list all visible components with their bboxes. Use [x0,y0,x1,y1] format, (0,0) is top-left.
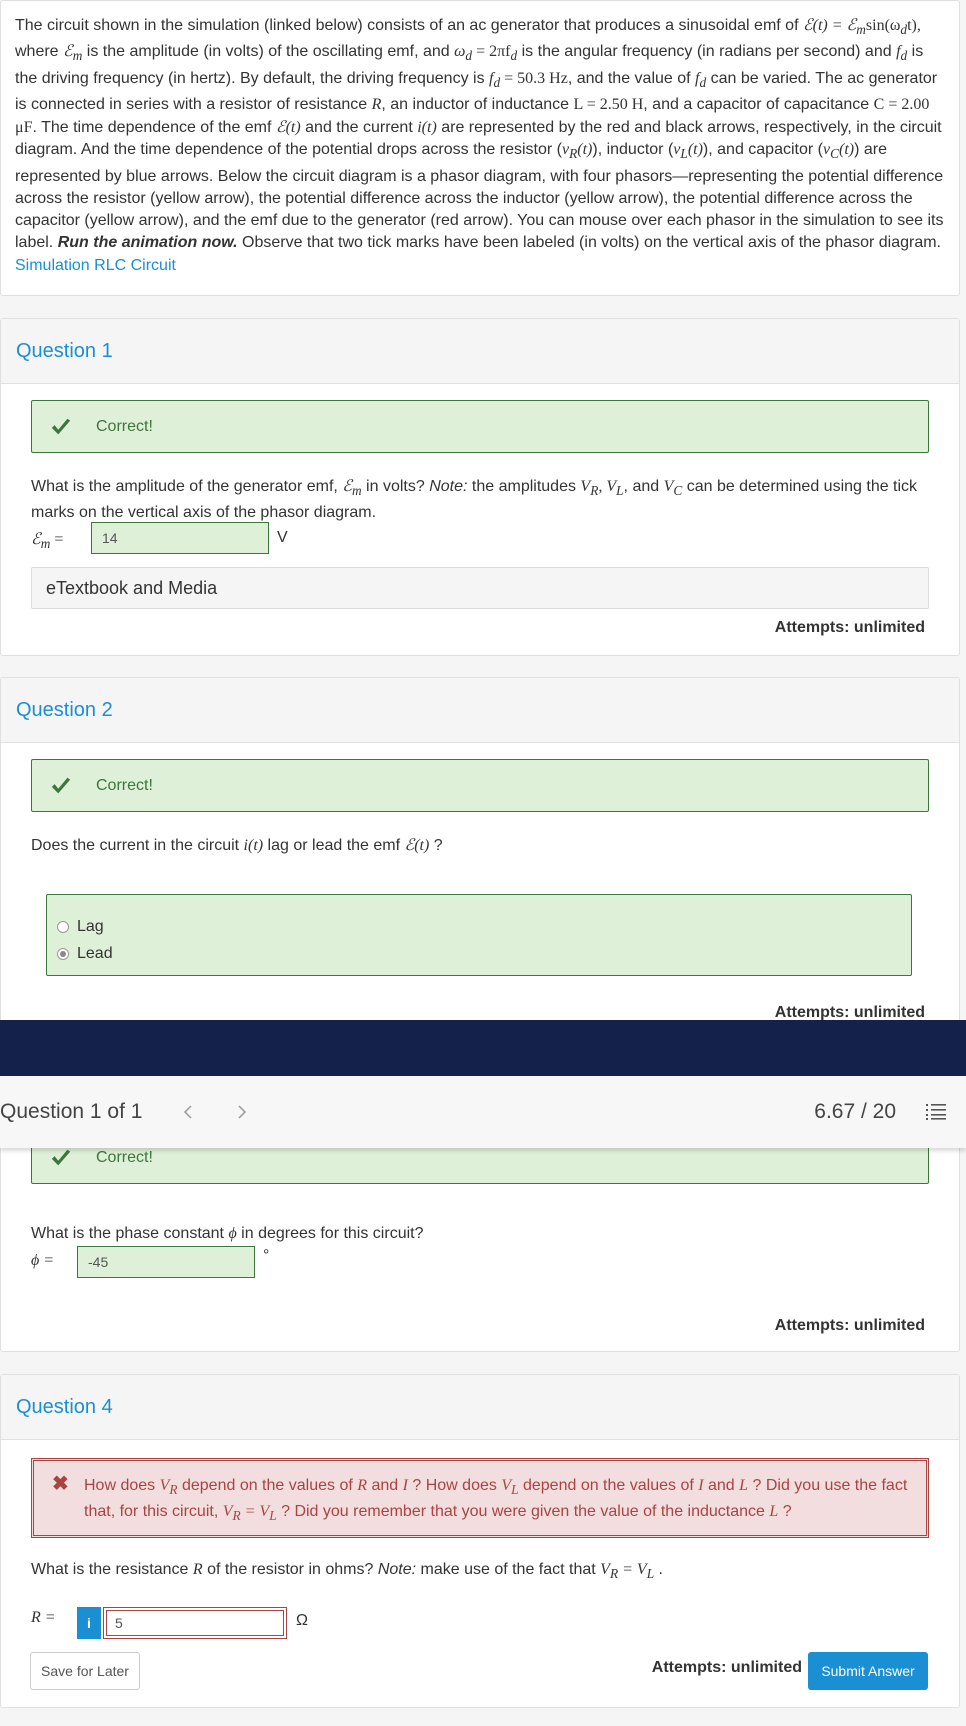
emf-amplitude-input[interactable]: 14 [91,522,269,554]
attempts-label: Attempts: unlimited [651,1659,802,1676]
correct-feedback: Correct! [31,400,929,453]
answer-choices: Lag Lead [46,894,912,976]
radio-button-selected[interactable] [57,947,69,960]
chevron-left-icon[interactable] [182,1104,194,1120]
question-2-text: Does the current in the circuit i(t) lag… [31,837,443,854]
header-band [0,1020,966,1076]
question-counter: Question 1 of 1 [0,1100,143,1123]
question-4-text: What is the resistance R of the resistor… [31,1561,663,1582]
question-3-text: What is the phase constant ϕ in degrees … [31,1225,424,1242]
question-2-title: Question 2 [1,678,959,743]
feedback-text: Correct! [96,1148,153,1166]
checkmark-icon [51,777,71,793]
checkmark-icon [51,418,71,434]
simulation-link[interactable]: Simulation RLC Circuit [15,255,945,277]
choice-label: Lead [77,944,113,962]
choice-lead[interactable]: Lead [57,940,901,967]
question-3-card: Correct! What is the phase constant ϕ in… [0,1131,960,1352]
intro-text: The circuit shown in the simulation (lin… [15,17,944,252]
question-1-title: Question 1 [1,319,959,384]
choice-label: Lag [77,917,104,935]
answer-label: ϕ = [31,1252,55,1269]
list-menu-icon[interactable] [926,1103,946,1121]
answer-label: ℰm = [31,531,64,552]
feedback-text: Correct! [96,417,153,435]
attempts-label: Attempts: unlimited [774,619,925,636]
checkmark-icon [51,1149,71,1165]
ohm-unit: Ω [296,1612,308,1629]
score-display: 6.67 / 20 [814,1100,896,1123]
etextbook-media-button[interactable]: eTextbook and Media [31,567,929,609]
info-icon[interactable]: i [77,1607,101,1639]
resistance-input-wrapper: 5 [103,1607,287,1639]
incorrect-feedback: ✖ How does VR depend on the values of R … [31,1458,929,1538]
question-4-title: Question 4 [1,1375,959,1440]
save-for-later-button[interactable]: Save for Later [30,1652,140,1690]
x-mark-icon: ✖ [52,1473,69,1495]
question-1-text: What is the amplitude of the generator e… [31,478,918,522]
answer-label: R = [31,1609,56,1626]
degree-unit: ° [263,1247,270,1264]
attempts-label: Attempts: unlimited [774,1317,925,1334]
question-navigation-bar: Question 1 of 1 6.67 / 20 [0,1076,966,1148]
problem-intro: The circuit shown in the simulation (lin… [0,0,960,296]
resistance-input[interactable]: 5 [106,1610,284,1636]
feedback-text: Correct! [96,776,153,794]
chevron-right-icon[interactable] [236,1104,248,1120]
question-1-card: Question 1 Correct! What is the amplitud… [0,318,960,656]
radio-button[interactable] [57,920,69,933]
correct-feedback: Correct! [31,759,929,812]
choice-lag[interactable]: Lag [57,913,901,940]
unit-label: V [277,529,288,546]
question-2-card: Question 2 Correct! Does the current in … [0,677,960,1037]
feedback-hint-text: How does VR depend on the values of R an… [84,1477,908,1524]
submit-answer-button[interactable]: Submit Answer [808,1652,928,1690]
phase-constant-input[interactable]: -45 [77,1246,255,1278]
